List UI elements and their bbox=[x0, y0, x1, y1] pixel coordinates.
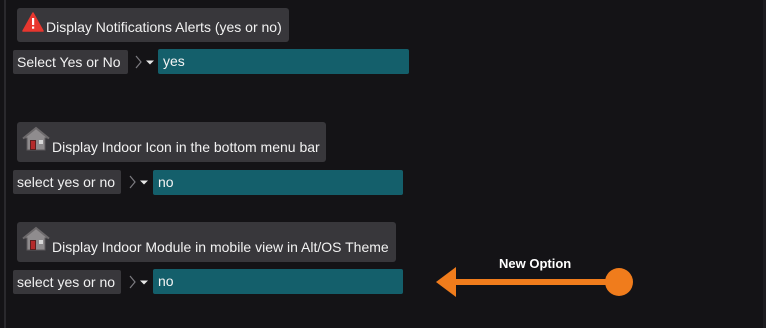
setting-notifications-value[interactable]: yes bbox=[158, 49, 409, 74]
setting-indoor-module-dropdown-toggle[interactable] bbox=[128, 270, 150, 294]
setting-notifications-dropdown-toggle[interactable] bbox=[134, 50, 156, 74]
setting-indoor-icon-select-label: select yes or no bbox=[13, 170, 121, 194]
arrow-left-icon bbox=[432, 262, 638, 307]
setting-indoor-module-label: Display Indoor Module in mobile view in … bbox=[17, 222, 396, 262]
chevron-down-icon bbox=[129, 275, 148, 289]
setting-indoor-module-value[interactable]: no bbox=[153, 269, 403, 294]
setting-indoor-icon-label: Display Indoor Icon in the bottom menu b… bbox=[17, 122, 326, 162]
warning-icon bbox=[22, 12, 44, 35]
chevron-down-icon bbox=[135, 55, 154, 69]
setting-indoor-icon-label-text: Display Indoor Icon in the bottom menu b… bbox=[52, 139, 320, 155]
setting-indoor-icon-dropdown-toggle[interactable] bbox=[128, 170, 150, 194]
setting-indoor-module-select-label: select yes or no bbox=[13, 270, 121, 294]
left-border bbox=[4, 0, 6, 328]
setting-notifications-select-label: Select Yes or No bbox=[13, 50, 128, 74]
chevron-down-icon bbox=[129, 175, 148, 189]
setting-indoor-module-label-text: Display Indoor Module in mobile view in … bbox=[52, 239, 389, 255]
setting-notifications-label: Display Notifications Alerts (yes or no) bbox=[17, 8, 289, 42]
house-icon bbox=[22, 226, 50, 255]
house-icon bbox=[22, 126, 50, 155]
setting-indoor-icon-value[interactable]: no bbox=[153, 170, 403, 195]
setting-notifications-label-text: Display Notifications Alerts (yes or no) bbox=[46, 19, 282, 35]
